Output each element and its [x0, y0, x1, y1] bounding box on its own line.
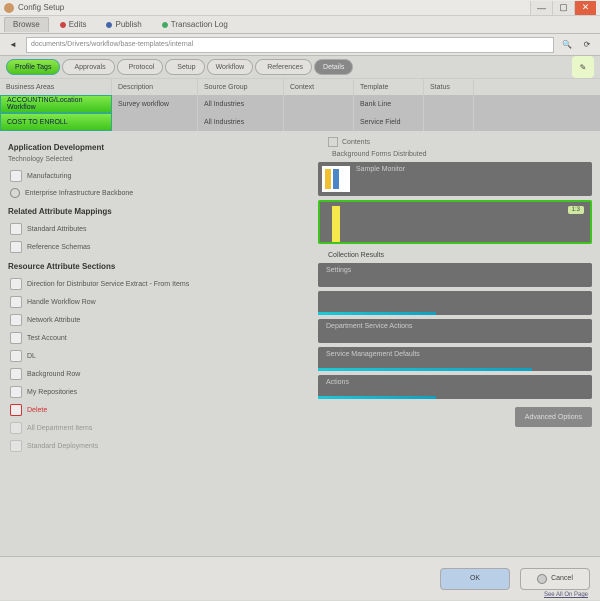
tab-icon: [328, 137, 338, 147]
file-icon: [10, 350, 22, 362]
table-header: Business Areas Description Source Group …: [0, 79, 600, 95]
table-row[interactable]: COST TO ENROLL All Industries Service Fi…: [0, 113, 600, 131]
table-row[interactable]: ACCOUNTING/Location Workflow Survey work…: [0, 95, 600, 113]
col-status[interactable]: Status: [424, 79, 474, 95]
list-item[interactable]: Test Account: [8, 329, 302, 347]
col-context[interactable]: Context: [284, 79, 354, 95]
col-business-areas[interactable]: Business Areas: [0, 79, 112, 95]
maximize-button[interactable]: ▢: [552, 1, 574, 15]
result-card[interactable]: Settings: [318, 263, 592, 287]
folder-icon: [10, 386, 22, 398]
preview-card[interactable]: Sample Monitor: [318, 162, 592, 196]
selected-card[interactable]: 1:3: [318, 200, 592, 244]
tab-log[interactable]: Transaction Log: [153, 17, 237, 32]
app-icon: [4, 3, 14, 13]
tab-browse[interactable]: Browse: [4, 17, 49, 32]
advanced-options-button[interactable]: Advanced Options: [515, 407, 592, 427]
layers-icon: [10, 223, 22, 235]
file-icon: [10, 332, 22, 344]
section-resource-attrs: Resource Attribute Sections: [8, 262, 302, 271]
filter-profile-tags[interactable]: Profile Tags: [6, 59, 60, 75]
filter-approvals[interactable]: Approvals: [62, 59, 114, 75]
list-item[interactable]: All Department Items: [8, 419, 302, 437]
file-icon: [10, 296, 22, 308]
list-item[interactable]: DL: [8, 347, 302, 365]
file-icon: [10, 440, 22, 452]
list-item[interactable]: Network Attribute: [8, 311, 302, 329]
file-icon: [10, 278, 22, 290]
back-icon[interactable]: ◄: [6, 38, 20, 52]
list-item[interactable]: My Repositories: [8, 383, 302, 401]
layers-icon: [10, 241, 22, 253]
refresh-icon[interactable]: ⟳: [580, 38, 594, 52]
radio-icon: [10, 188, 20, 198]
file-icon: [10, 422, 22, 434]
list-item[interactable]: Direction for Distributor Service Extrac…: [8, 275, 302, 293]
col-description[interactable]: Description: [112, 79, 198, 95]
search-icon[interactable]: 🔍: [560, 38, 574, 52]
footer-bar: OK Cancel See All On Page: [0, 556, 600, 600]
ok-button[interactable]: OK: [440, 568, 510, 590]
document-icon: [10, 170, 22, 182]
file-icon: [10, 368, 22, 380]
minimize-button[interactable]: —: [530, 1, 552, 15]
file-icon: [10, 314, 22, 326]
panel-tab-contents[interactable]: Contents: [342, 139, 370, 146]
close-button[interactable]: ✕: [574, 1, 596, 15]
filter-workflow[interactable]: Workflow: [207, 59, 254, 75]
status-dot-icon: [162, 22, 168, 28]
opt-manufacturing[interactable]: Manufacturing: [8, 167, 302, 185]
list-item[interactable]: Standard Deployments: [8, 437, 302, 455]
status-dot-icon: [106, 22, 112, 28]
ratio-badge: 1:3: [568, 206, 584, 214]
opt-standard-attrs[interactable]: Standard Attributes: [8, 220, 302, 238]
cancel-button[interactable]: Cancel: [520, 568, 590, 590]
edit-icon[interactable]: ✎: [572, 56, 594, 78]
section-tech-selected: Technology Selected: [8, 156, 302, 163]
col-template[interactable]: Template: [354, 79, 424, 95]
filter-references[interactable]: References: [255, 59, 312, 75]
filter-protocol[interactable]: Protocol: [117, 59, 164, 75]
section-app-dev: Application Development: [8, 143, 302, 152]
list-item-delete[interactable]: Delete: [8, 401, 302, 419]
toggle-icon: [537, 574, 547, 584]
filter-bar: Profile Tags Approvals Protocol Setup Wo…: [0, 56, 600, 78]
result-card[interactable]: Service Management Defaults: [318, 347, 592, 371]
main-tabs: Browse Edits Publish Transaction Log: [0, 16, 600, 34]
opt-reference-schemas[interactable]: Reference Schemas: [8, 238, 302, 256]
opt-enterprise-infra[interactable]: Enterprise Infrastructure Backbone: [8, 185, 302, 201]
tab-publish[interactable]: Publish: [97, 17, 150, 32]
thumbnail-icon: [322, 166, 350, 192]
highlight-bar-icon: [332, 206, 340, 242]
list-item[interactable]: Background Row: [8, 365, 302, 383]
result-card[interactable]: Department Service Actions: [318, 319, 592, 343]
path-field[interactable]: documents/Drivers/workflow/base-template…: [26, 37, 554, 53]
result-card[interactable]: [318, 291, 592, 315]
pen-icon: [10, 404, 22, 416]
section-related-attrs: Related Attribute Mappings: [8, 207, 302, 216]
result-card[interactable]: Actions: [318, 375, 592, 399]
status-dot-icon: [60, 22, 66, 28]
detail-title: Collection Results: [328, 252, 592, 259]
tab-edits[interactable]: Edits: [51, 17, 96, 32]
see-all-link[interactable]: See All On Page: [544, 592, 588, 598]
panel-sub-label: Background Forms Distributed: [332, 151, 427, 158]
col-source-group[interactable]: Source Group: [198, 79, 284, 95]
filter-setup[interactable]: Setup: [165, 59, 204, 75]
window-title: Config Setup: [18, 3, 530, 12]
list-item[interactable]: Handle Workflow Row: [8, 293, 302, 311]
filter-details[interactable]: Details: [314, 59, 353, 75]
